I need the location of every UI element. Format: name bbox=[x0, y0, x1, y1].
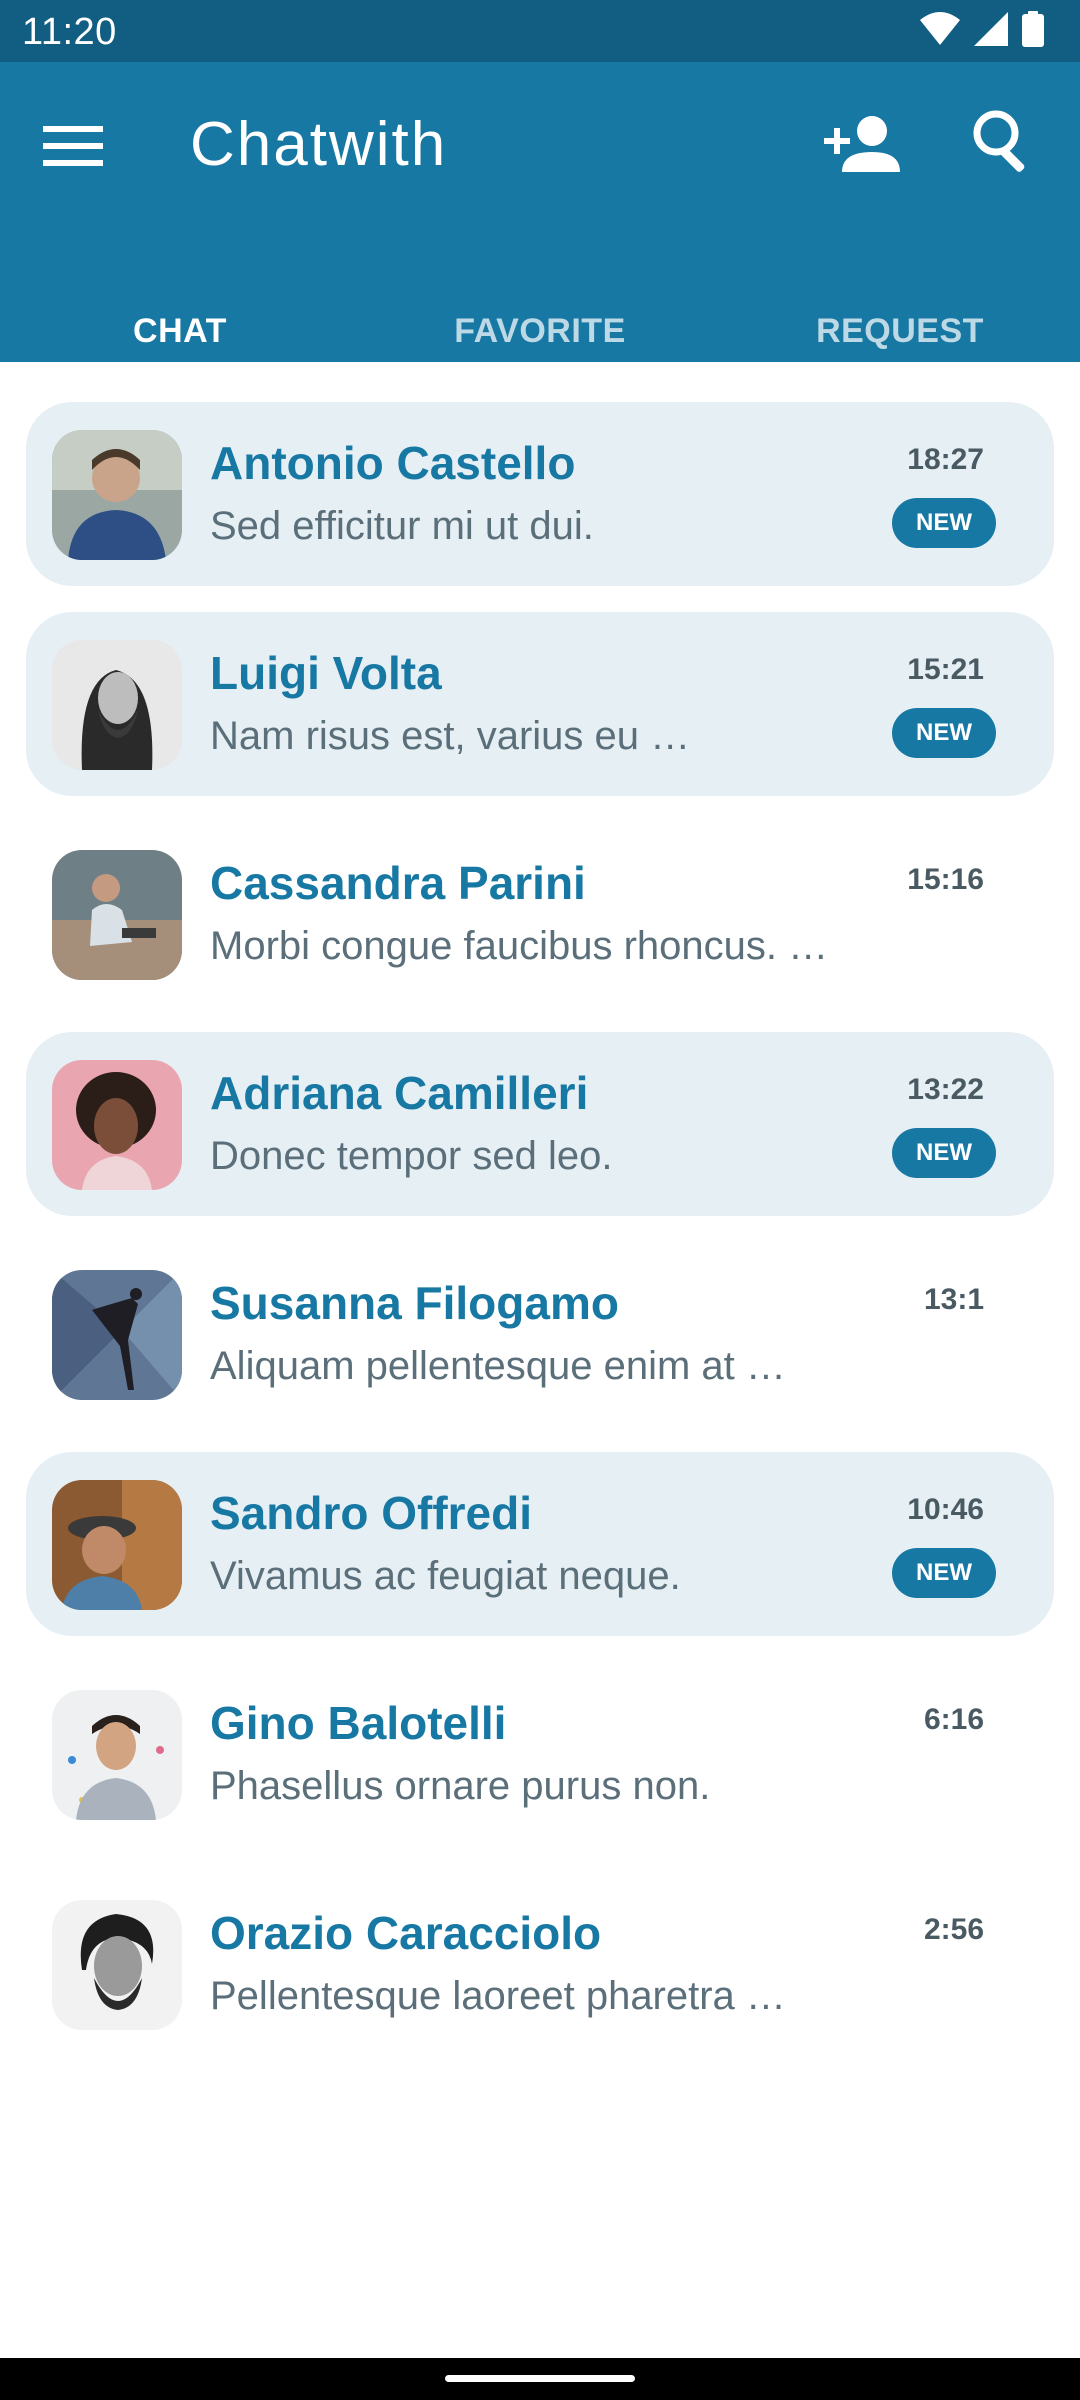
wifi-icon bbox=[920, 11, 960, 51]
home-indicator[interactable] bbox=[445, 2375, 635, 2382]
cellular-signal-icon bbox=[974, 11, 1008, 51]
chat-row[interactable]: Susanna Filogamo Aliquam pellentesque en… bbox=[26, 1242, 1054, 1426]
menu-icon bbox=[43, 126, 103, 166]
message-time: 15:21 bbox=[907, 653, 984, 686]
system-icons bbox=[920, 10, 1044, 52]
avatar bbox=[52, 1480, 182, 1610]
contact-name: Susanna Filogamo bbox=[210, 1277, 619, 1329]
avatar bbox=[52, 1270, 182, 1400]
new-badge: NEW bbox=[892, 1548, 996, 1598]
avatar bbox=[52, 1900, 182, 2030]
chat-list: Antonio Castello Sed efficitur mi ut dui… bbox=[0, 362, 1080, 2358]
message-preview: Donec tempor sed leo. bbox=[210, 1134, 613, 1178]
search-button[interactable] bbox=[964, 102, 1044, 182]
chat-row[interactable]: Gino Balotelli Phasellus ornare purus no… bbox=[26, 1662, 1054, 1846]
contact-name: Gino Balotelli bbox=[210, 1697, 507, 1749]
contact-name: Cassandra Parini bbox=[210, 857, 586, 909]
chat-row[interactable]: Orazio Caracciolo Pellentesque laoreet p… bbox=[26, 1872, 1054, 2056]
status-bar: 11:20 bbox=[0, 0, 1080, 62]
avatar bbox=[52, 1690, 182, 1820]
contact-name: Sandro Offredi bbox=[210, 1487, 533, 1539]
message-preview: Nam risus est, varius eu … bbox=[210, 714, 691, 758]
message-time: 18:27 bbox=[907, 443, 984, 476]
chat-row[interactable]: Luigi Volta Nam risus est, varius eu … 1… bbox=[26, 612, 1054, 796]
avatar bbox=[52, 850, 182, 980]
search-icon bbox=[973, 110, 1025, 172]
new-badge: NEW bbox=[892, 498, 996, 548]
tab-favorite-label: FAVORITE bbox=[454, 312, 626, 350]
app-bar: Chatwith CHAT FAVORITE REQUEST bbox=[0, 62, 1080, 396]
add-contact-button[interactable] bbox=[820, 104, 900, 184]
message-time: 10:46 bbox=[907, 1493, 984, 1526]
message-preview: Aliquam pellentesque enim at … bbox=[210, 1344, 786, 1388]
avatar bbox=[52, 640, 182, 770]
contact-name: Luigi Volta bbox=[210, 647, 442, 699]
menu-button[interactable] bbox=[38, 110, 110, 182]
chat-row[interactable]: Antonio Castello Sed efficitur mi ut dui… bbox=[26, 402, 1054, 586]
chat-row[interactable]: Sandro Offredi Vivamus ac feugiat neque.… bbox=[26, 1452, 1054, 1636]
message-preview: Pellentesque laoreet pharetra … bbox=[210, 1974, 786, 2018]
avatar bbox=[52, 430, 182, 560]
chat-row[interactable]: Adriana Camilleri Donec tempor sed leo. … bbox=[26, 1032, 1054, 1216]
system-navigation-bar bbox=[0, 2358, 1080, 2400]
message-time: 6:16 bbox=[923, 1703, 984, 1736]
message-time: 15:16 bbox=[907, 863, 984, 896]
message-preview: Phasellus ornare purus non. bbox=[210, 1764, 711, 1808]
add-person-icon bbox=[824, 116, 900, 172]
message-time: 2:56 bbox=[923, 1913, 984, 1946]
new-badge: NEW bbox=[892, 1128, 996, 1178]
status-time: 11:20 bbox=[22, 11, 117, 53]
contact-name: Orazio Caracciolo bbox=[210, 1907, 602, 1959]
message-preview: Sed efficitur mi ut dui. bbox=[210, 504, 594, 548]
avatar bbox=[52, 1060, 182, 1190]
contact-name: Adriana Camilleri bbox=[210, 1067, 589, 1119]
new-badge: NEW bbox=[892, 708, 996, 758]
battery-icon bbox=[1022, 10, 1044, 52]
message-time: 13:1 bbox=[923, 1283, 984, 1316]
tab-request-label: REQUEST bbox=[816, 312, 984, 350]
chat-row[interactable]: Cassandra Parini Morbi congue faucibus r… bbox=[26, 822, 1054, 1006]
app-title: Chatwith bbox=[190, 110, 448, 179]
message-preview: Vivamus ac feugiat neque. bbox=[210, 1554, 681, 1598]
tab-chat-label: CHAT bbox=[133, 312, 227, 350]
message-preview: Morbi congue faucibus rhoncus. … bbox=[210, 924, 829, 968]
contact-name: Antonio Castello bbox=[210, 437, 576, 489]
message-time: 13:22 bbox=[907, 1073, 984, 1106]
